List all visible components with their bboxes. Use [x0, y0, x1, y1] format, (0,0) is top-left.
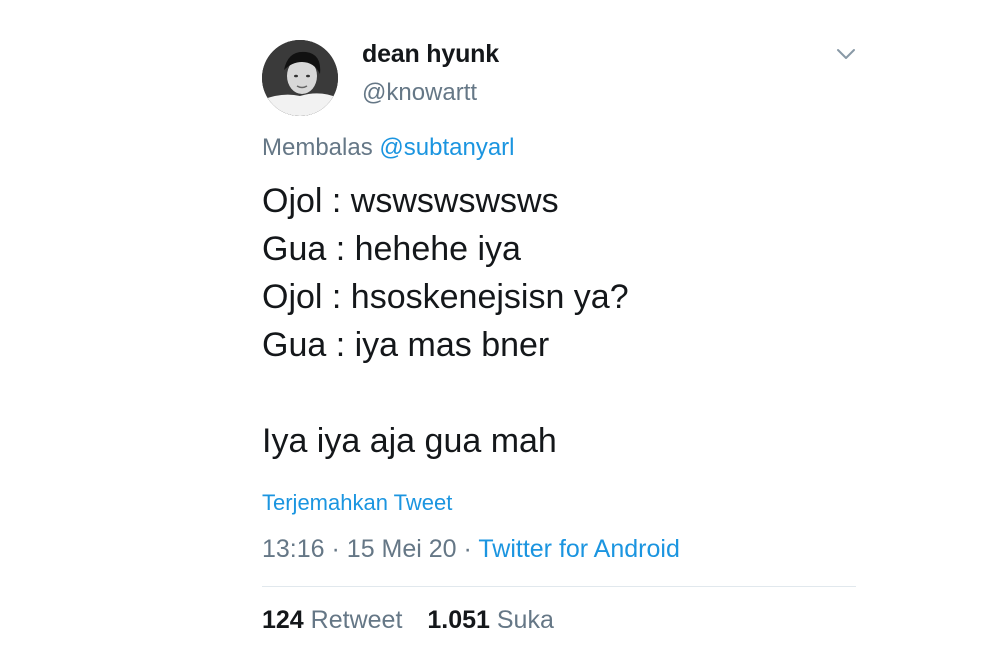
tweet-line: Gua : hehehe iya	[262, 230, 521, 268]
tweet-card: dean hyunk @knowartt Membalas @subtanyar…	[0, 0, 1000, 667]
likes-count: 1.051	[427, 606, 490, 634]
meta-separator: ·	[331, 535, 340, 563]
display-name[interactable]: dean hyunk	[362, 40, 499, 69]
tweet-source-link[interactable]: Twitter for Android	[478, 535, 679, 563]
divider	[262, 586, 856, 587]
tweet-stats: 124 Retweet 1.051 Suka	[262, 606, 554, 635]
tweet-time[interactable]: 13:16	[262, 535, 325, 563]
meta-separator: ·	[463, 535, 472, 563]
chevron-down-icon[interactable]	[834, 44, 858, 64]
retweets-stat[interactable]: 124 Retweet	[262, 606, 409, 634]
tweet-line: Ojol : wswswswsws	[262, 182, 559, 220]
avatar-photo	[262, 40, 338, 116]
tweet-text: Ojol : wswswswsws Gua : hehehe iya Ojol …	[262, 177, 862, 465]
avatar[interactable]	[262, 40, 338, 116]
tweet-line: Ojol : hsoskenejsisn ya?	[262, 278, 629, 316]
reply-context: Membalas @subtanyarl	[262, 134, 514, 162]
retweets-count: 124	[262, 606, 304, 634]
tweet-line: Gua : iya mas bner	[262, 326, 550, 364]
reply-mention-link[interactable]: @subtanyarl	[379, 134, 514, 161]
likes-label: Suka	[496, 606, 554, 634]
tweet-meta: 13:16 · 15 Mei 20 · Twitter for Android	[262, 535, 680, 564]
tweet-line: Iya iya aja gua mah	[262, 422, 557, 460]
user-handle[interactable]: @knowartt	[362, 79, 477, 107]
reply-prefix: Membalas	[262, 134, 373, 161]
tweet-date[interactable]: 15 Mei 20	[347, 535, 457, 563]
likes-stat[interactable]: 1.051 Suka	[427, 606, 554, 634]
retweets-label: Retweet	[310, 606, 403, 634]
translate-tweet-link[interactable]: Terjemahkan Tweet	[262, 490, 452, 516]
